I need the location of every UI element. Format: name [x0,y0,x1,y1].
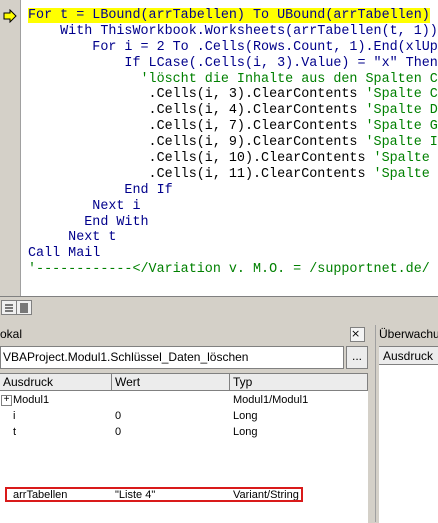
highlight-box [5,487,303,502]
row-value: 0 [115,426,122,438]
code-line[interactable]: .Cells(i, 3).ClearContents 'Spalte C [28,87,438,103]
code-text: .Cells(i, 7).ClearContents [28,119,366,135]
code-line[interactable]: Next t [28,230,438,246]
ellipsis-label: ... [351,349,362,363]
code-lines: For t = LBound(arrTabellen) To UBound(ar… [28,8,438,278]
code-text: If LCase(.Cells(i, 3).Value) = "x" Then [28,55,438,71]
column-header-ausdruck[interactable]: Ausdruck [0,374,112,391]
code-line[interactable]: If LCase(.Cells(i, 3).Value) = "x" Then [28,56,438,72]
code-line[interactable]: Next i [28,199,438,215]
breakpoint-gutter[interactable] [0,0,21,296]
full-module-view-icon [20,303,28,313]
full-module-view-button[interactable] [16,300,32,315]
code-line[interactable]: .Cells(i, 4).ClearContents 'Spalte D [28,103,438,119]
row-value: 0 [115,410,122,422]
column-header-label: Ausdruck [3,375,54,389]
code-text: .Cells(i, 3).ClearContents [28,87,366,103]
editor-view-bar [0,296,438,319]
locals-close-button[interactable]: × [350,327,365,342]
code-comment: 'Spalte J [373,151,438,167]
code-line[interactable]: .Cells(i, 11).ClearContents 'Spalte K [28,167,438,183]
procedure-view-button[interactable] [1,300,17,315]
code-line[interactable]: 'löscht die Inhalte aus den Spalten C, D… [28,72,438,88]
code-text: Next t [28,230,117,246]
locals-row[interactable]: t 0 Long [0,424,368,440]
call-stack-button[interactable]: ... [346,346,368,369]
context-text: VBAProject.Modul1.Schlüssel_Daten_lösche… [3,350,249,364]
row-name: t [13,426,17,438]
code-text: .Cells(i, 11).ClearContents [28,166,374,182]
code-comment: 'Spalte C [365,87,438,103]
expand-plus-icon[interactable]: + [1,395,12,406]
code-line[interactable]: With ThisWorkbook.Worksheets(arrTabellen… [28,24,438,40]
code-text: Next i [28,198,141,214]
code-comment: 'Spalte D [365,103,438,119]
execution-pointer-arrow-icon [3,9,17,23]
row-type: Long [233,410,258,422]
locals-row[interactable]: i 0 Long [0,408,368,424]
locals-context-field: VBAProject.Modul1.Schlüssel_Daten_lösche… [0,346,344,369]
code-line[interactable]: For i = 2 To .Cells(Rows.Count, 1).End(x… [28,40,438,56]
code-comment: 'Spalte G [365,119,438,135]
procedure-view-icon [5,304,13,312]
column-header-wert[interactable]: Wert [112,374,230,391]
code-text: End If [28,182,173,198]
code-line[interactable]: End If [28,183,438,199]
row-type: Long [233,426,258,438]
locals-title-bar: okal × [0,325,370,343]
locals-title: okal [0,327,23,341]
column-header-label: Typ [233,375,253,389]
watch-title: Überwachung [379,327,438,341]
code-editor[interactable]: For t = LBound(arrTabellen) To UBound(ar… [0,0,438,296]
locals-grid[interactable]: Ausdruck Wert Typ + Modul1 Modul1/Modul1… [0,373,368,523]
code-text: .Cells(i, 4).ClearContents [28,103,366,119]
code-text: .Cells(i, 10).ClearContents [28,151,374,167]
code-line[interactable]: .Cells(i, 7).ClearContents 'Spalte G [28,119,438,135]
column-header-label: Ausdruck [383,349,434,363]
code-comment: 'Spalte I [365,135,438,151]
code-text: Call Mail [28,246,101,262]
code-line[interactable]: .Cells(i, 9).ClearContents 'Spalte I [28,135,438,151]
code-line[interactable]: Call Mail [28,246,438,262]
code-text: For i = 2 To .Cells(Rows.Count, 1).End(x… [28,39,438,55]
code-line[interactable]: For t = LBound(arrTabellen) To UBound(ar… [28,8,438,24]
column-header-label: Wert [115,375,141,389]
code-comment: 'löscht die Inhalte aus den Spalten C, D… [28,71,438,87]
row-name: i [13,410,16,422]
code-comment: '------------</Variation v. M.O. = /supp… [28,262,430,278]
watch-window: Überwachung Ausdruck [375,325,438,523]
watch-column-header-ausdruck[interactable]: Ausdruck [379,347,438,365]
code-line[interactable]: End With [28,215,438,231]
locals-window: okal × VBAProject.Modul1.Schlüssel_Daten… [0,325,370,523]
code-comment: 'Spalte K [373,166,438,182]
column-header-typ[interactable]: Typ [230,374,368,391]
code-text: For t = LBound(arrTabellen) To UBound(ar… [28,8,430,23]
locals-row[interactable]: + Modul1 Modul1/Modul1 [0,392,368,408]
row-type: Modul1/Modul1 [233,394,309,406]
code-text: .Cells(i, 9).ClearContents [28,135,366,151]
close-icon: × [351,327,361,340]
code-line[interactable]: .Cells(i, 10).ClearContents 'Spalte J [28,151,438,167]
code-text: With ThisWorkbook.Worksheets(arrTabellen… [28,23,438,39]
row-name: Modul1 [13,394,50,406]
code-line[interactable]: '------------</Variation v. M.O. = /supp… [28,262,438,278]
watch-grid[interactable]: Ausdruck [379,346,438,523]
code-text: End With [28,214,149,230]
